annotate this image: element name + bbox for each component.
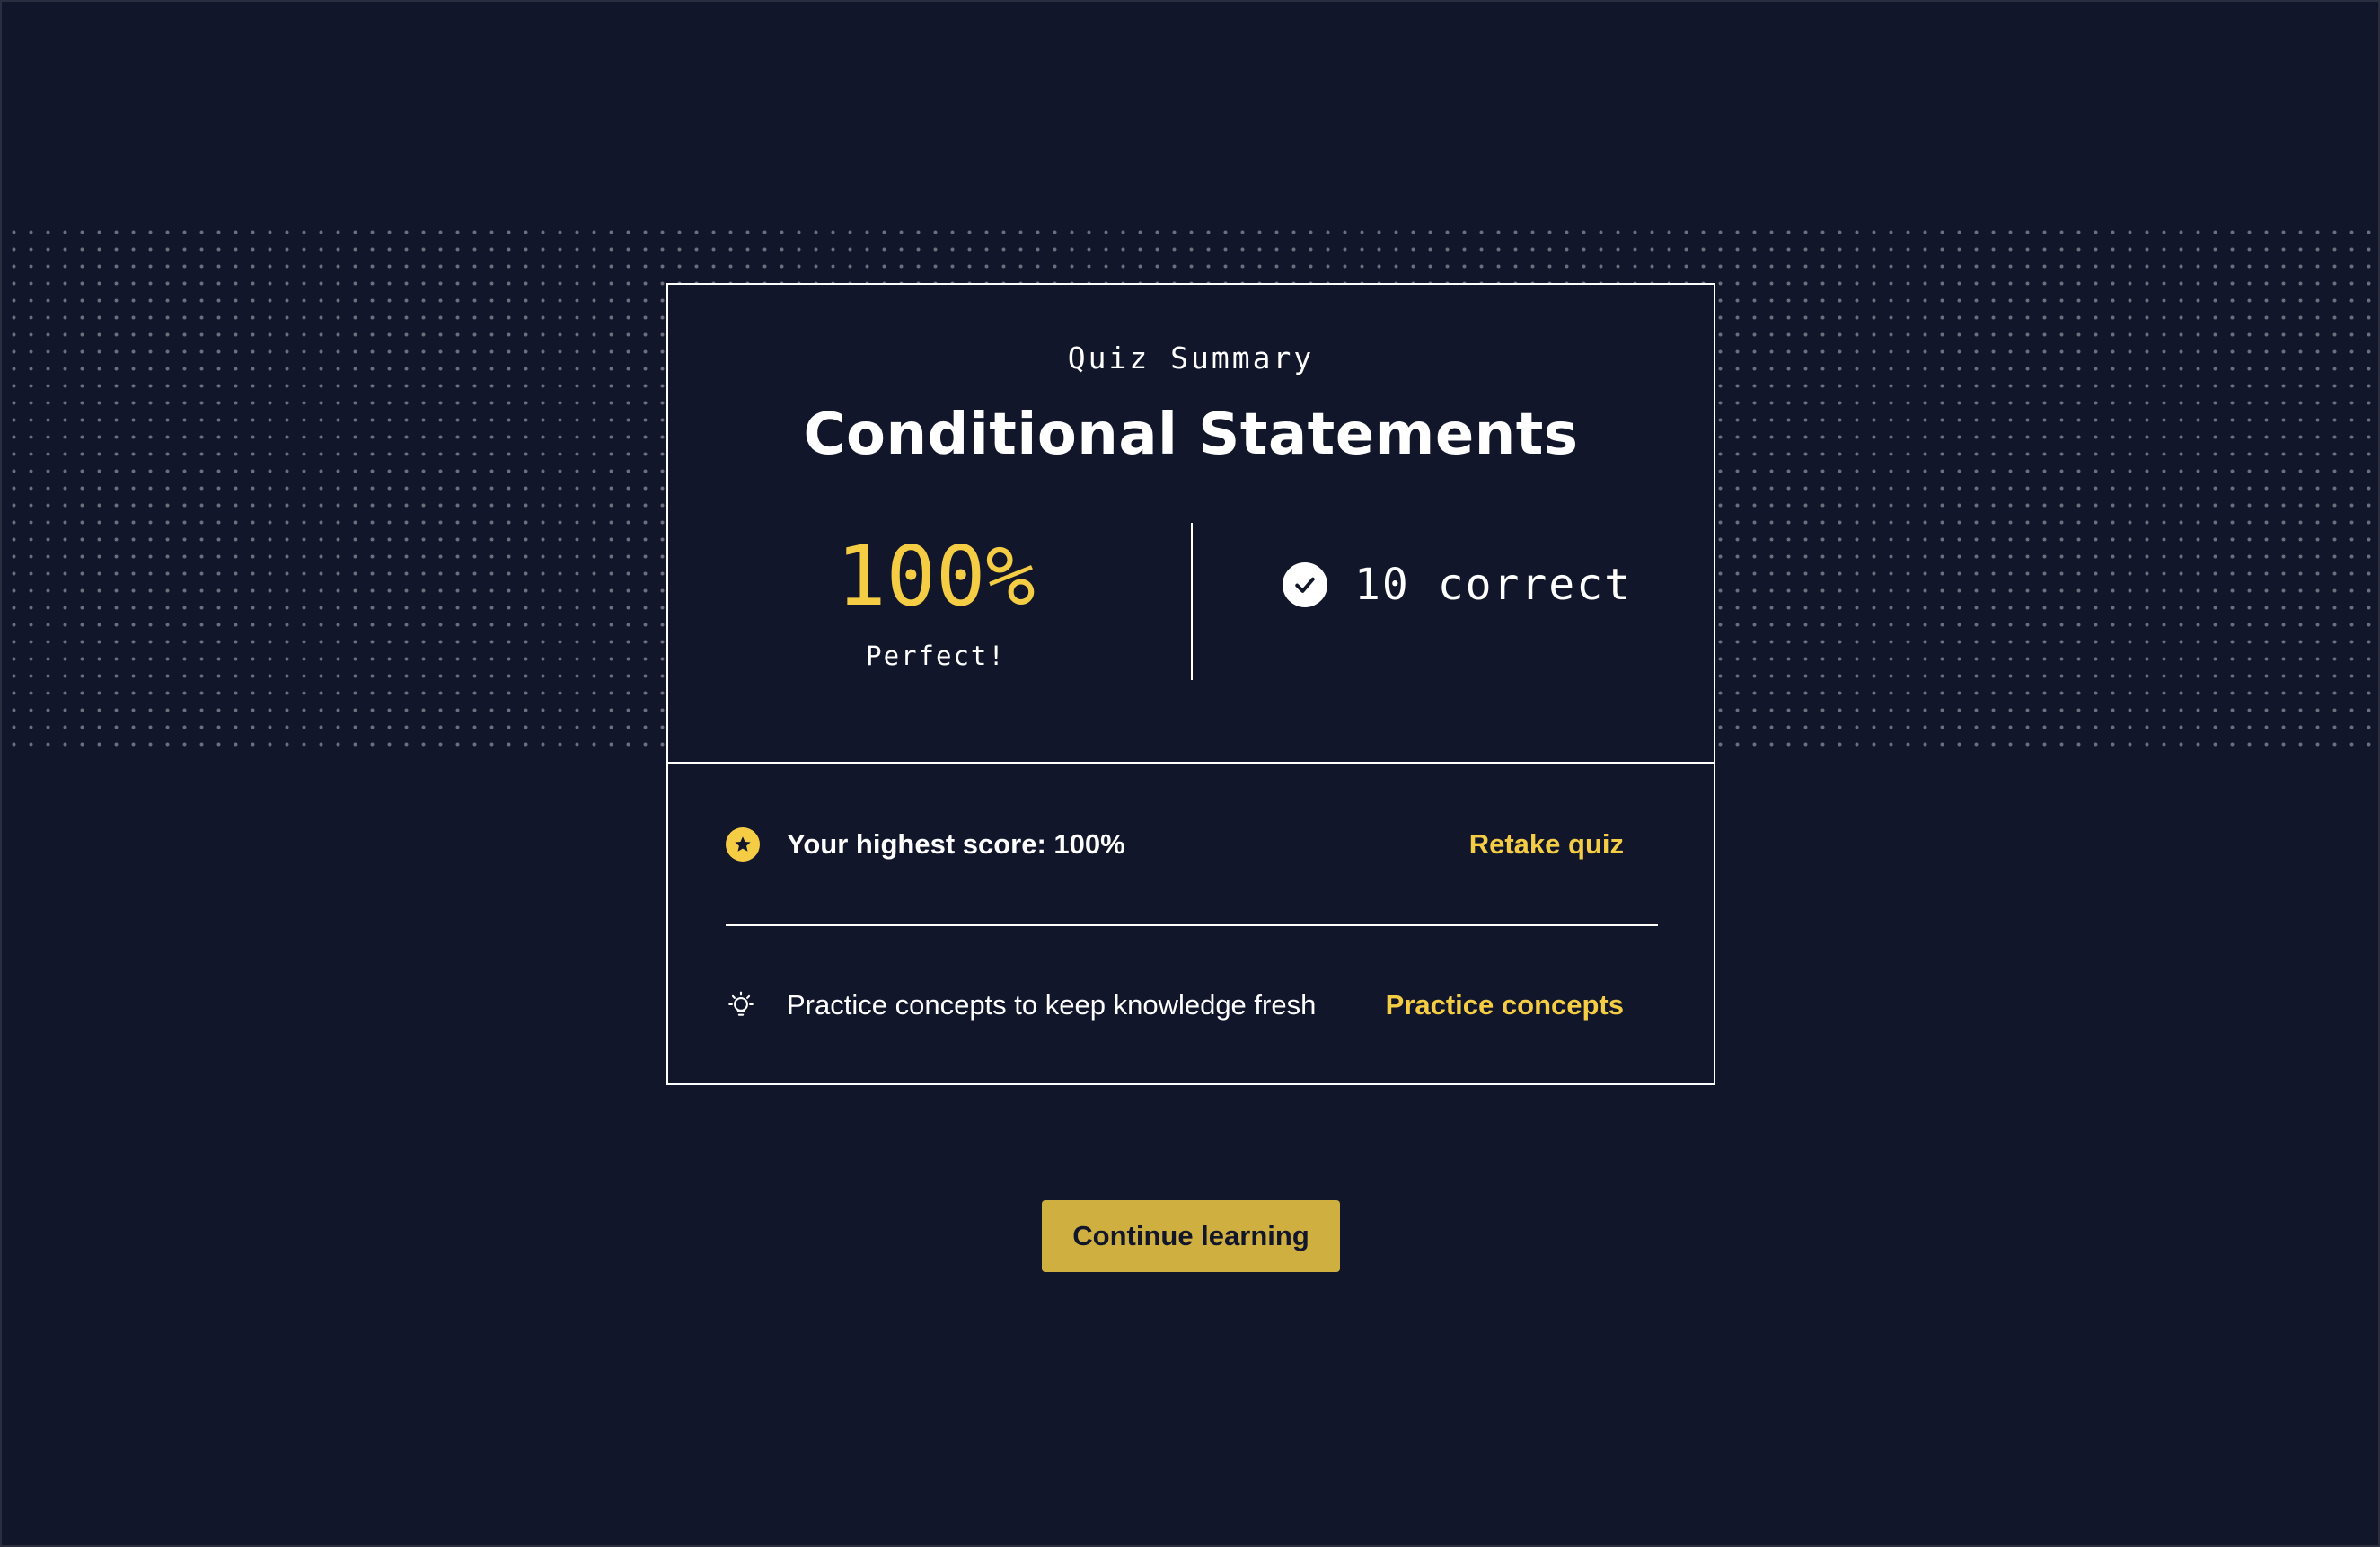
- summary-eyebrow: Quiz Summary: [1067, 340, 1315, 376]
- quiz-summary-page: Quiz Summary Conditional Statements 100%…: [0, 0, 2380, 1547]
- star-icon: [726, 827, 760, 862]
- score-caption: Perfect!: [866, 641, 1006, 671]
- lightbulb-icon: [726, 990, 756, 1021]
- score-block: 100% Perfect!: [668, 527, 1203, 671]
- highest-score-row: Your highest score: 100% Retake quiz: [726, 818, 1624, 871]
- highest-score-label: Your highest score: 100%: [787, 828, 1125, 860]
- stats-divider: [1191, 523, 1193, 680]
- retake-quiz-link[interactable]: Retake quiz: [1469, 828, 1624, 861]
- quiz-title: Conditional Statements: [803, 402, 1579, 468]
- score-percentage: 100%: [836, 528, 1036, 624]
- practice-concepts-link[interactable]: Practice concepts: [1386, 989, 1624, 1021]
- continue-learning-button[interactable]: Continue learning: [1042, 1200, 1340, 1272]
- row-divider: [726, 924, 1658, 926]
- correct-count-text: 10 correct: [1354, 560, 1632, 610]
- correct-count: 10 correct: [1283, 558, 1632, 612]
- summary-header: Quiz Summary Conditional Statements 100%…: [668, 285, 1714, 764]
- check-circle-icon: [1283, 562, 1327, 607]
- practice-row: Practice concepts to keep knowledge fres…: [726, 978, 1624, 1032]
- practice-label: Practice concepts to keep knowledge fres…: [787, 989, 1317, 1021]
- quiz-summary-card: Quiz Summary Conditional Statements 100%…: [666, 283, 1715, 1085]
